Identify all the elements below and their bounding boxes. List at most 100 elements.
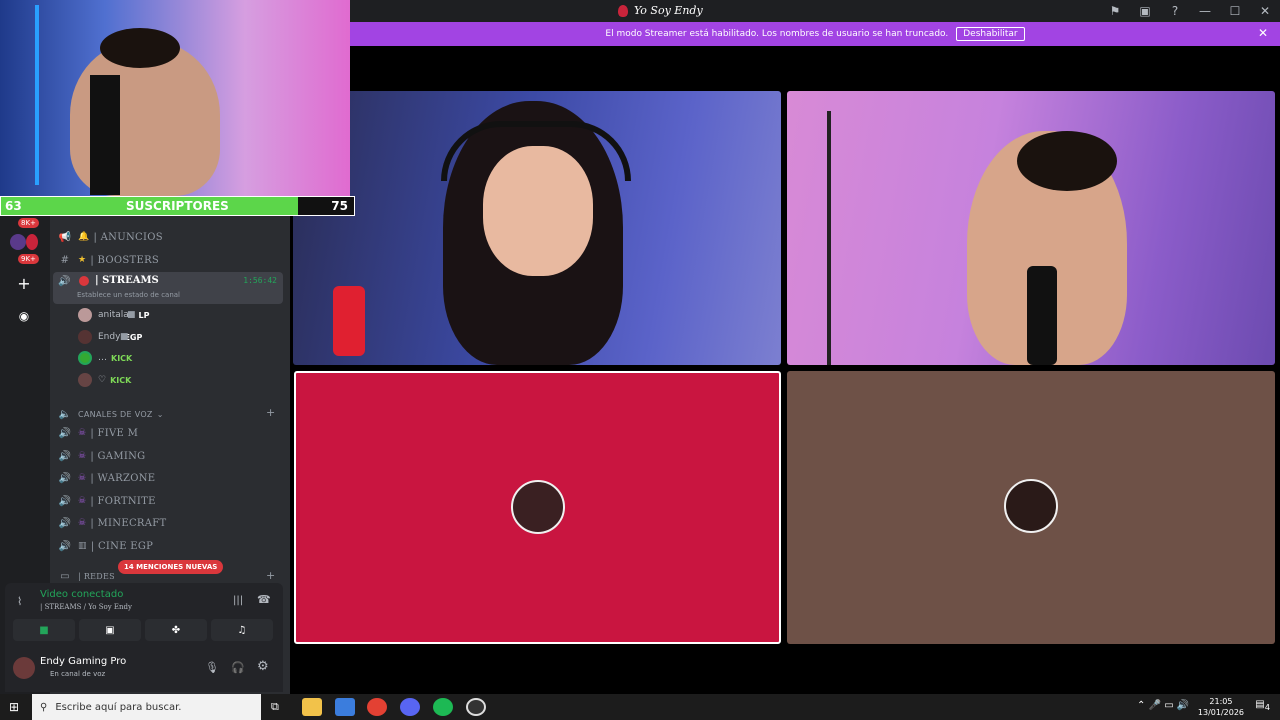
- avatar[interactable]: [13, 657, 35, 679]
- live-dot-icon: [79, 276, 89, 286]
- disable-streamer-mode-button[interactable]: Deshabilitar: [956, 27, 1025, 41]
- avatar: [78, 351, 92, 365]
- server-icon[interactable]: [26, 234, 38, 250]
- headphones-icon[interactable]: 🎧: [231, 661, 245, 674]
- add-server-icon[interactable]: +: [14, 274, 34, 294]
- camera-button[interactable]: ■: [13, 619, 75, 641]
- speaker-icon: 🔈: [58, 408, 72, 420]
- search-icon: ⚲: [40, 701, 48, 713]
- spotify-icon[interactable]: [433, 698, 453, 716]
- subscriber-count: 63: [5, 199, 22, 213]
- channel-anuncios[interactable]: 📢 🔔 | ANUNCIOS: [58, 227, 163, 247]
- file-explorer-icon[interactable]: [302, 698, 322, 716]
- headset-icon: [441, 121, 631, 181]
- channel-five-m[interactable]: 🔊 ☠ | FIVE M: [58, 423, 138, 443]
- emoji-icon: ☠: [78, 496, 87, 506]
- taskbar-clock[interactable]: 21:05 13/01/2026: [1198, 696, 1244, 718]
- chair: [90, 75, 120, 195]
- voice-member[interactable]: ♡ KICK: [78, 370, 131, 390]
- avatar: [1004, 479, 1058, 533]
- tray-icons[interactable]: ⌃ 🎤 ▭ 🔊: [1137, 700, 1189, 711]
- screen-icon: ▭: [60, 570, 70, 582]
- channel-status[interactable]: Establece un estado de canal: [77, 291, 180, 299]
- video-tile-anitalau[interactable]: [293, 91, 781, 365]
- channel-warzone[interactable]: 🔊 ☠ | WARZONE: [58, 468, 155, 488]
- lamp-pole: [35, 5, 39, 185]
- participant-hair: [1017, 131, 1117, 191]
- streamer-hair: [100, 28, 180, 68]
- settings-icon[interactable]: ⚙: [257, 659, 269, 674]
- voice-connection-panel: ⌇ Video conectado | STREAMS / Yo Soy End…: [5, 583, 283, 645]
- microphone-icon[interactable]: 🎙: [205, 661, 219, 674]
- server-badge: 9K+: [18, 254, 39, 264]
- speaker-icon: 🔊: [58, 450, 72, 462]
- task-view-icon[interactable]: ⧉: [271, 700, 279, 714]
- stream-timer: 1:56:42: [243, 276, 277, 285]
- noise-suppression-icon[interactable]: |||: [233, 595, 243, 606]
- minimize-icon[interactable]: —: [1190, 4, 1220, 18]
- title-bar: Yo Soy Endy ⚑ ▣ ? — ☐ ✕: [350, 0, 1280, 22]
- obs-icon[interactable]: [466, 698, 486, 716]
- emoji-icon: ☠: [78, 473, 87, 483]
- signal-icon[interactable]: ⌇: [17, 595, 22, 608]
- add-channel-icon[interactable]: +: [266, 406, 275, 419]
- voice-channel-name[interactable]: | STREAMS / Yo Soy Endy: [40, 603, 132, 611]
- emoji-icon: ▥: [78, 541, 87, 551]
- taskbar: ⊞ ⚲ Escribe aquí para buscar. ⧉ ⌃ 🎤 ▭ 🔊 2…: [0, 694, 1280, 720]
- disconnect-icon[interactable]: ☎: [257, 593, 271, 606]
- avatar: [511, 480, 565, 534]
- explore-icon[interactable]: ◉: [14, 306, 34, 326]
- soundboard-button[interactable]: ♫: [211, 619, 273, 641]
- add-channel-icon[interactable]: +: [266, 569, 275, 582]
- speaker-icon: 🔊: [58, 472, 72, 484]
- screen-share-button[interactable]: ▣: [79, 619, 141, 641]
- voice-member[interactable]: anitalau LP ■: [78, 305, 149, 325]
- new-mentions-pill[interactable]: 14 MENCIONES NUEVAS: [118, 560, 224, 574]
- channel-cine-egp[interactable]: 🔊 ▥ | CINE EGP: [58, 536, 153, 556]
- discord-icon[interactable]: [400, 698, 420, 716]
- store-icon[interactable]: [335, 698, 355, 716]
- subscriber-label: SUSCRIPTORES: [126, 199, 229, 213]
- voice-member[interactable]: … KICK: [78, 348, 132, 368]
- user-status: En canal de voz: [50, 670, 106, 678]
- subscriber-goal: 75: [331, 199, 348, 213]
- speaker-icon: 🔊: [58, 276, 71, 287]
- speaker-icon: 🔊: [58, 427, 72, 439]
- channel-gaming[interactable]: 🔊 ☠ | GAMING: [58, 446, 146, 466]
- voice-member[interactable]: Endy EGP ■: [78, 327, 142, 347]
- streamer-webcam-overlay: [0, 0, 350, 196]
- server-badge: 8K+: [18, 218, 39, 228]
- chrome-icon[interactable]: [367, 698, 387, 716]
- avatar: [78, 373, 92, 387]
- flag-icon[interactable]: ⚑: [1100, 4, 1130, 18]
- help-icon[interactable]: ?: [1160, 4, 1190, 18]
- video-tile-endy[interactable]: [787, 91, 1275, 365]
- channel-fortnite[interactable]: 🔊 ☠ | FORTNITE: [58, 491, 156, 511]
- banner-close-icon[interactable]: ✕: [1258, 26, 1268, 40]
- channel-boosters[interactable]: # ★ | BOOSTERS: [58, 250, 159, 270]
- screen-icon[interactable]: ▣: [1130, 4, 1160, 18]
- emoji-icon: ☠: [78, 451, 87, 461]
- emoji-icon: ☠: [78, 518, 87, 528]
- server-icon[interactable]: [10, 234, 26, 250]
- windows-start-icon[interactable]: ⊞: [9, 700, 19, 714]
- maximize-icon[interactable]: ☐: [1220, 4, 1250, 18]
- notifications-icon[interactable]: ▤4: [1255, 699, 1270, 712]
- channel-minecraft[interactable]: 🔊 ☠ | MINECRAFT: [58, 513, 167, 533]
- username[interactable]: Endy Gaming Pro: [40, 656, 126, 667]
- user-panel: Endy Gaming Pro En canal de voz 🎙 🎧 ⚙: [5, 645, 283, 692]
- server-logo-icon: [618, 4, 628, 17]
- streamer-mode-banner: El modo Streamer está habilitado. Los no…: [350, 22, 1280, 46]
- taskbar-search[interactable]: ⚲ Escribe aquí para buscar.: [32, 694, 261, 720]
- video-tile-avatar-2[interactable]: [787, 371, 1275, 644]
- speaker-icon: 🔊: [58, 517, 72, 529]
- subscriber-goal-bar: 63 SUSCRIPTORES 75: [0, 196, 355, 216]
- voice-category[interactable]: 🔈 CANALES DE VOZ ⌄: [58, 404, 164, 424]
- emoji-icon: ☠: [78, 428, 87, 438]
- close-icon[interactable]: ✕: [1250, 4, 1280, 18]
- channel-streams[interactable]: 🔊 | STREAMS 1:56:42 Establece un estado …: [53, 272, 283, 304]
- activities-button[interactable]: ✤: [145, 619, 207, 641]
- speaker-icon: 🔊: [58, 495, 72, 507]
- chevron-down-icon: ⌄: [156, 409, 164, 419]
- video-tile-avatar-1[interactable]: [294, 371, 781, 644]
